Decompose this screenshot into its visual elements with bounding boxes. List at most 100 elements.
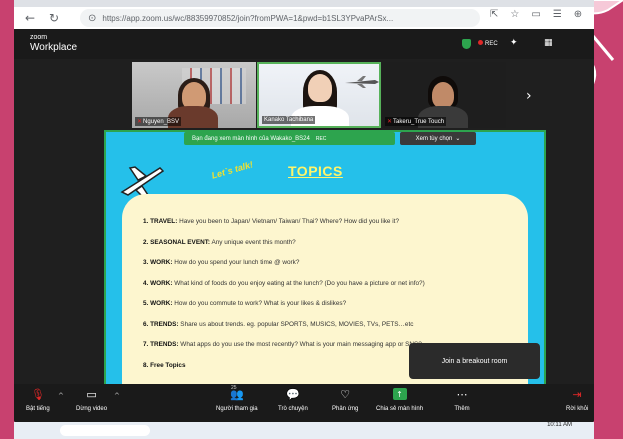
browser-actions: ⇱ ☆ ▭ ☰ ⊕: [490, 9, 582, 20]
reactions-button[interactable]: ♡ Phản ứng: [332, 386, 359, 413]
spark-icon[interactable]: ✦: [510, 38, 518, 48]
participant-name-text: Nguyen_BSV: [143, 119, 180, 125]
participant-tile-active[interactable]: Kanako Tachibana: [257, 62, 381, 128]
taskbar-clock[interactable]: 10:11 AM: [547, 422, 572, 429]
recording-label: REC: [485, 41, 498, 47]
participant-name: ✕Nguyen_BSV: [135, 117, 182, 126]
favorites-icon[interactable]: ☰: [553, 9, 562, 20]
participants-count: 25: [231, 385, 237, 391]
topic-label: TRAVEL:: [150, 218, 178, 225]
split-screen-icon[interactable]: ▭: [531, 9, 540, 20]
share-label: Chia sẻ màn hình: [376, 406, 424, 412]
share-banner-text: Bạn đang xem màn hình của Wakako_BS24: [192, 135, 310, 142]
topic-label: TRENDS:: [150, 341, 179, 348]
zoom-logo-small: zoom: [30, 34, 48, 41]
chat-label: Trò chuyện: [278, 406, 308, 412]
topic-text: Have you been to Japan/ Vietnam/ Taiwan/…: [177, 218, 400, 225]
chat-button[interactable]: 💬 Trò chuyện: [278, 386, 308, 413]
breakout-label: Join a breakout room: [441, 357, 508, 365]
participant-tile[interactable]: ✕Takeru_True Touch: [382, 62, 506, 128]
topic-number: 6.: [143, 320, 149, 328]
meeting-toolbar: 🎙 Bật tiếng ^ ▭ Dừng video ^ 👥 25 Người …: [14, 384, 594, 422]
stop-video-button[interactable]: ▭ Dừng video: [76, 386, 107, 413]
screen: ← ↻ ⊙ https://app.zoom.us/wc/88359970852…: [0, 0, 623, 439]
topic-item: 4. WORK: What kind of foods do you enjoy…: [143, 279, 523, 300]
site-info-icon[interactable]: ⊙: [88, 13, 96, 24]
topic-number: 4.: [143, 279, 149, 287]
mute-label: Bật tiếng: [26, 406, 50, 412]
microphone-muted-icon: 🎙: [30, 387, 45, 401]
share-screen-button[interactable]: ↑ Chia sẻ màn hình: [376, 386, 423, 412]
participant-face: [308, 74, 332, 102]
zoom-header: zoom Workplace REC ✦ ▦: [14, 29, 594, 59]
zoom-logo: Workplace: [30, 42, 78, 53]
more-label: Thêm: [454, 406, 470, 412]
chevron-up-icon[interactable]: ^: [114, 392, 120, 400]
topic-label: WORK:: [150, 279, 173, 287]
topic-item: 2. SEASONAL EVENT: Any unique event this…: [143, 238, 523, 259]
topic-number: 2.: [143, 238, 149, 246]
participant-name: Kanako Tachibana: [262, 116, 316, 124]
more-button[interactable]: ⋯ Thêm: [454, 386, 470, 413]
topic-text: How do you spend your lunch time @ work?: [172, 259, 300, 266]
browser-window: ← ↻ ⊙ https://app.zoom.us/wc/88359970852…: [14, 0, 594, 422]
recording-indicator: REC: [478, 40, 498, 47]
topic-number: 5.: [143, 300, 149, 307]
leave-icon: ⇥: [572, 387, 582, 401]
leave-button[interactable]: ⇥ Rời khỏi: [566, 386, 589, 413]
bookmark-star-icon[interactable]: ☆: [510, 9, 519, 20]
topic-number: 8.: [143, 361, 149, 369]
address-bar[interactable]: ⊙ https://app.zoom.us/wc/88359970852/joi…: [80, 9, 480, 27]
topic-number: 3.: [143, 259, 149, 266]
topic-text: Any unique event this month?: [210, 238, 296, 246]
participant-name: ✕Takeru_True Touch: [385, 117, 447, 126]
taskbar-search[interactable]: [60, 425, 150, 436]
os-taskbar: 10:11 AM: [14, 422, 594, 439]
participants-button[interactable]: 👥 25 Người tham gia: [216, 385, 258, 412]
heart-icon: ♡: [340, 387, 351, 401]
participant-name-text: Takeru_True Touch: [393, 119, 445, 125]
next-page-icon[interactable]: ›: [526, 88, 532, 104]
topic-item: 6. TRENDS: Share us about trends. eg. po…: [143, 320, 523, 341]
participants-label: Người tham gia: [216, 406, 258, 412]
open-app-icon[interactable]: ⇱: [490, 9, 498, 20]
view-options-label: Xem tùy chọn: [415, 135, 453, 142]
share-recording-label: REC: [315, 135, 327, 142]
view-grid-icon[interactable]: ▦: [544, 38, 553, 48]
reactions-label: Phản ứng: [332, 406, 359, 412]
share-banner: Bạn đang xem màn hình của Wakako_BS24 RE…: [184, 132, 395, 145]
chevron-up-icon[interactable]: ^: [58, 392, 64, 400]
reload-icon[interactable]: ↻: [44, 8, 64, 28]
more-icon: ⋯: [456, 387, 468, 401]
topic-text: How do you commute to work? What is your…: [172, 300, 347, 307]
topic-item: 5. WORK: How do you commute to work? Wha…: [143, 299, 523, 320]
video-strip: ✕Nguyen_BSV Kanako Tachibana ✕Takeru_Tru…: [132, 62, 506, 128]
topic-label: SEASONAL EVENT:: [150, 238, 211, 246]
collections-icon[interactable]: ⊕: [574, 9, 582, 20]
airplane-icon: [345, 76, 379, 88]
join-breakout-room-button[interactable]: Join a breakout room: [409, 343, 540, 379]
browser-tab-bar: [14, 0, 594, 7]
topic-text: Share us about trends. eg. popular SPORT…: [178, 320, 414, 328]
topic-label: WORK:: [150, 259, 173, 266]
topic-text: What kind of foods do you enjoy eating a…: [172, 279, 425, 287]
shield-icon[interactable]: [462, 39, 471, 49]
participant-tile[interactable]: ✕Nguyen_BSV: [132, 62, 256, 128]
mic-off-icon: ✕: [137, 118, 143, 125]
record-dot-icon: [478, 40, 483, 45]
topic-text: What apps do you use the most recently? …: [178, 341, 422, 348]
back-icon[interactable]: ←: [20, 8, 40, 28]
video-camera-icon: ▭: [86, 387, 97, 401]
topic-item: 3. WORK: How do you spend your lunch tim…: [143, 258, 523, 279]
leave-label: Rời khỏi: [566, 406, 589, 412]
lets-talk-text: Let`s talk!: [210, 159, 255, 181]
topic-number: 7.: [143, 341, 149, 348]
chevron-down-icon: ⌄: [455, 135, 461, 142]
view-options-button[interactable]: Xem tùy chọn ⌄: [400, 132, 476, 145]
topic-item: 1. TRAVEL: Have you been to Japan/ Vietn…: [143, 217, 523, 238]
mute-button[interactable]: 🎙 Bật tiếng: [26, 386, 50, 413]
topic-label: Free Topics: [150, 361, 186, 369]
chat-icon: 💬: [286, 387, 300, 401]
participant-face: [432, 82, 454, 108]
topic-label: TRENDS:: [150, 320, 179, 328]
